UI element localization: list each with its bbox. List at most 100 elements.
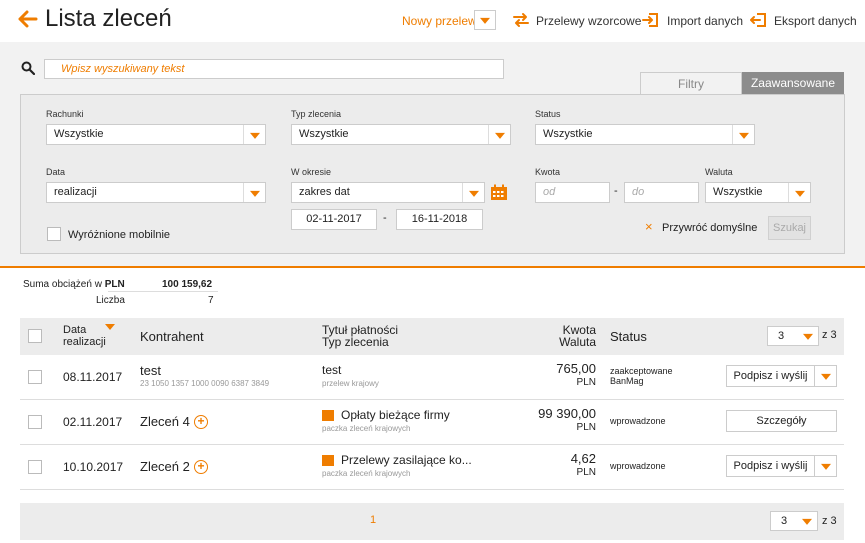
sort-desc-icon[interactable] — [105, 324, 115, 330]
mobile-highlight-checkbox[interactable] — [47, 227, 61, 241]
row-currency: PLN — [576, 377, 596, 388]
period-dropdown[interactable] — [462, 183, 484, 202]
table-row[interactable]: 08.11.2017 test 23 1050 1357 1000 0090 6… — [20, 355, 844, 400]
row-date: 02.11.2017 — [63, 415, 123, 429]
period-value: zakres dat — [299, 186, 350, 198]
table-row[interactable]: 10.10.2017 Zleceń 2 + Przelewy zasilając… — [20, 445, 844, 490]
chevron-down-icon — [820, 463, 831, 470]
chevron-down-icon — [794, 190, 805, 197]
search-input[interactable]: Wpisz wyszukiwany tekst — [44, 59, 504, 79]
amount-from-input[interactable]: od — [535, 182, 610, 203]
column-date[interactable]: Data realizacji — [63, 324, 106, 348]
row-checkbox[interactable] — [28, 415, 42, 429]
page-size-dropdown-top[interactable] — [798, 327, 818, 345]
page-size-dropdown-bottom[interactable] — [797, 512, 817, 530]
row-title: Przelewy zasilające ko... — [341, 453, 472, 467]
currency-value: Wszystkie — [713, 186, 763, 198]
status-label: Status — [535, 109, 561, 119]
import-icon — [642, 13, 658, 27]
status-select[interactable]: Wszystkie — [535, 124, 755, 145]
order-type-dropdown[interactable] — [488, 125, 510, 144]
package-icon — [322, 410, 334, 421]
sign-and-send-button[interactable]: Podpisz i wyślij — [726, 455, 837, 477]
sum-currency: PLN — [104, 279, 125, 290]
date-to-input[interactable]: 16-11-2018 — [396, 209, 483, 230]
package-icon — [322, 455, 334, 466]
order-type-select[interactable]: Wszystkie — [291, 124, 511, 145]
page-size-select-bottom[interactable]: 3 — [770, 511, 818, 531]
currency-dropdown[interactable] — [788, 183, 810, 202]
page-title: Lista zleceń — [45, 5, 172, 32]
row-currency: PLN — [576, 422, 596, 433]
table-row[interactable]: 02.11.2017 Zleceń 4 + Opłaty bieżące fir… — [20, 400, 844, 445]
page-size-select-top[interactable]: 3 — [767, 326, 819, 346]
add-circle-icon[interactable]: + — [194, 460, 208, 474]
period-select[interactable]: zakres dat — [291, 182, 485, 203]
row-type: paczka zleceń krajowych — [322, 469, 411, 478]
template-transfers-link[interactable]: Przelewy wzorcowe — [536, 14, 641, 28]
details-button[interactable]: Szczegóły — [726, 410, 837, 432]
chevron-down-icon — [249, 190, 260, 197]
amount-to-input[interactable]: do — [624, 182, 699, 203]
new-transfer-link[interactable]: Nowy przelew — [402, 14, 477, 28]
search-filter-area: Wpisz wyszukiwany tekst Filtry Zaawansow… — [0, 42, 865, 268]
amount-from-placeholder: od — [543, 186, 556, 198]
status-dropdown[interactable] — [732, 125, 754, 144]
currency-select[interactable]: Wszystkie — [705, 182, 811, 203]
row-date: 08.11.2017 — [63, 370, 123, 384]
accounts-dropdown[interactable] — [243, 125, 265, 144]
column-contractor[interactable]: Kontrahent — [140, 329, 204, 344]
chevron-down-icon — [820, 373, 831, 380]
sign-and-send-label[interactable]: Podpisz i wyślij — [727, 456, 814, 476]
amount-label: Kwota — [535, 167, 561, 177]
row-amount: 765,00 — [556, 361, 596, 376]
row-status: wprowadzone — [610, 461, 666, 471]
row-title: test — [322, 363, 342, 377]
close-icon[interactable]: × — [645, 219, 653, 234]
sign-and-send-label[interactable]: Podpisz i wyślij — [727, 366, 814, 386]
restore-defaults-link[interactable]: Przywróć domyślne — [662, 222, 757, 234]
import-data-link[interactable]: Import danych — [667, 14, 743, 28]
export-data-link[interactable]: Eksport danych — [774, 14, 857, 28]
chevron-down-icon — [480, 17, 490, 24]
column-title[interactable]: Tytuł płatności Typ zlecenia — [322, 324, 398, 348]
row-title: Opłaty bieżące firmy — [341, 408, 450, 422]
date-label: Data — [46, 167, 66, 177]
sign-and-send-button[interactable]: Podpisz i wyślij — [726, 365, 837, 387]
column-date-line1: Data — [63, 324, 87, 336]
calendar-icon[interactable] — [490, 184, 508, 201]
page-size-value-top: 3 — [778, 330, 785, 342]
date-from-input[interactable]: 02-11-2017 — [291, 209, 377, 230]
search-icon — [21, 61, 35, 75]
sign-and-send-dropdown[interactable] — [814, 366, 836, 386]
swap-arrows-icon — [513, 13, 529, 27]
row-checkbox[interactable] — [28, 370, 42, 384]
amount-to-placeholder: do — [632, 186, 645, 198]
row-contractor: Zleceń 2 — [140, 459, 190, 474]
select-all-checkbox[interactable] — [28, 329, 42, 343]
date-type-select[interactable]: realizacji — [46, 182, 266, 203]
tab-advanced[interactable]: Zaawansowane — [742, 72, 844, 94]
row-contractor: Zleceń 4 — [140, 414, 190, 429]
sign-and-send-dropdown[interactable] — [814, 456, 836, 476]
row-currency: PLN — [576, 467, 596, 478]
tab-filters[interactable]: Filtry — [640, 72, 742, 94]
page-number-link[interactable]: 1 — [370, 514, 376, 526]
column-status[interactable]: Status — [610, 329, 647, 344]
add-circle-icon[interactable]: + — [194, 415, 208, 429]
accounts-select[interactable]: Wszystkie — [46, 124, 266, 145]
search-button[interactable]: Szukaj — [768, 216, 811, 240]
row-status: wprowadzone — [610, 416, 666, 426]
sum-label-text: Suma obciążeń w — [23, 279, 102, 290]
page-count-top: z 3 — [822, 329, 837, 341]
row-checkbox[interactable] — [28, 460, 42, 474]
sum-label: Suma obciążeń w PLN — [23, 279, 125, 290]
page-size-value-bottom: 3 — [781, 515, 788, 527]
new-transfer-dropdown[interactable] — [474, 10, 496, 30]
chevron-down-icon — [249, 132, 260, 139]
back-arrow-icon[interactable] — [18, 9, 38, 29]
export-icon — [750, 13, 766, 27]
date-type-dropdown[interactable] — [243, 183, 265, 202]
column-amount[interactable]: Kwota Waluta — [540, 324, 596, 348]
page-count-bottom: z 3 — [822, 515, 837, 527]
